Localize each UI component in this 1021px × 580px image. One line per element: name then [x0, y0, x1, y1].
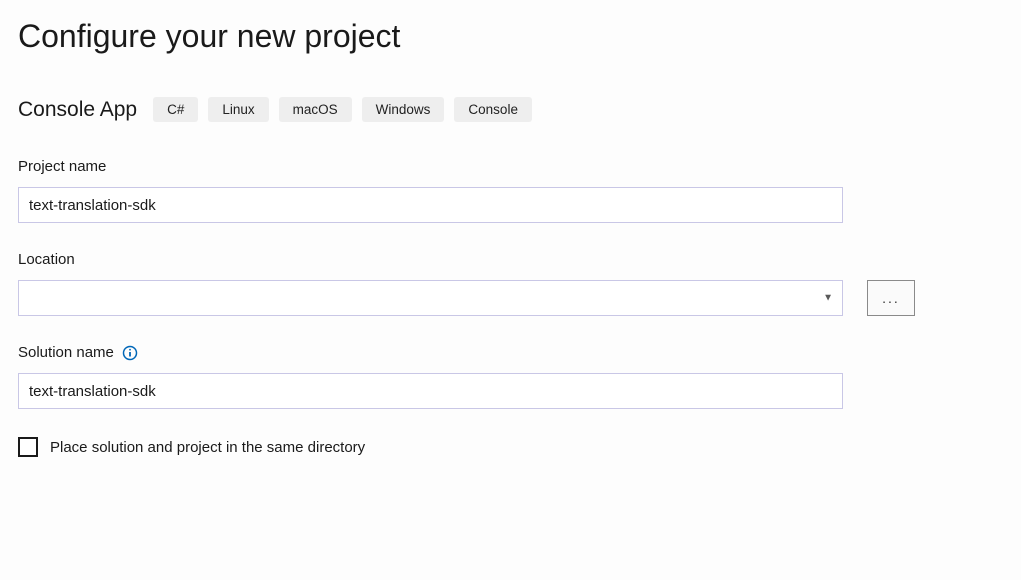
location-field: Location ▼ ... — [18, 251, 1003, 316]
solution-name-field: Solution name — [18, 344, 1003, 409]
template-row: Console App C# Linux macOS Windows Conso… — [18, 97, 1003, 122]
project-name-input[interactable] — [18, 187, 843, 223]
tag: C# — [153, 97, 198, 122]
info-icon[interactable] — [122, 345, 138, 361]
tag: macOS — [279, 97, 352, 122]
project-name-field: Project name — [18, 158, 1003, 223]
same-directory-label: Place solution and project in the same d… — [50, 439, 365, 456]
same-directory-row: Place solution and project in the same d… — [18, 437, 1003, 457]
location-input[interactable] — [18, 280, 843, 316]
page-title: Configure your new project — [18, 18, 1003, 55]
location-label: Location — [18, 251, 1003, 268]
same-directory-checkbox[interactable] — [18, 437, 38, 457]
template-name: Console App — [18, 98, 137, 122]
solution-name-label: Solution name — [18, 344, 114, 361]
browse-button[interactable]: ... — [867, 280, 915, 316]
solution-name-input[interactable] — [18, 373, 843, 409]
tag: Linux — [208, 97, 268, 122]
template-tags: C# Linux macOS Windows Console — [153, 97, 532, 122]
tag: Windows — [362, 97, 445, 122]
project-name-label: Project name — [18, 158, 1003, 175]
tag: Console — [454, 97, 532, 122]
